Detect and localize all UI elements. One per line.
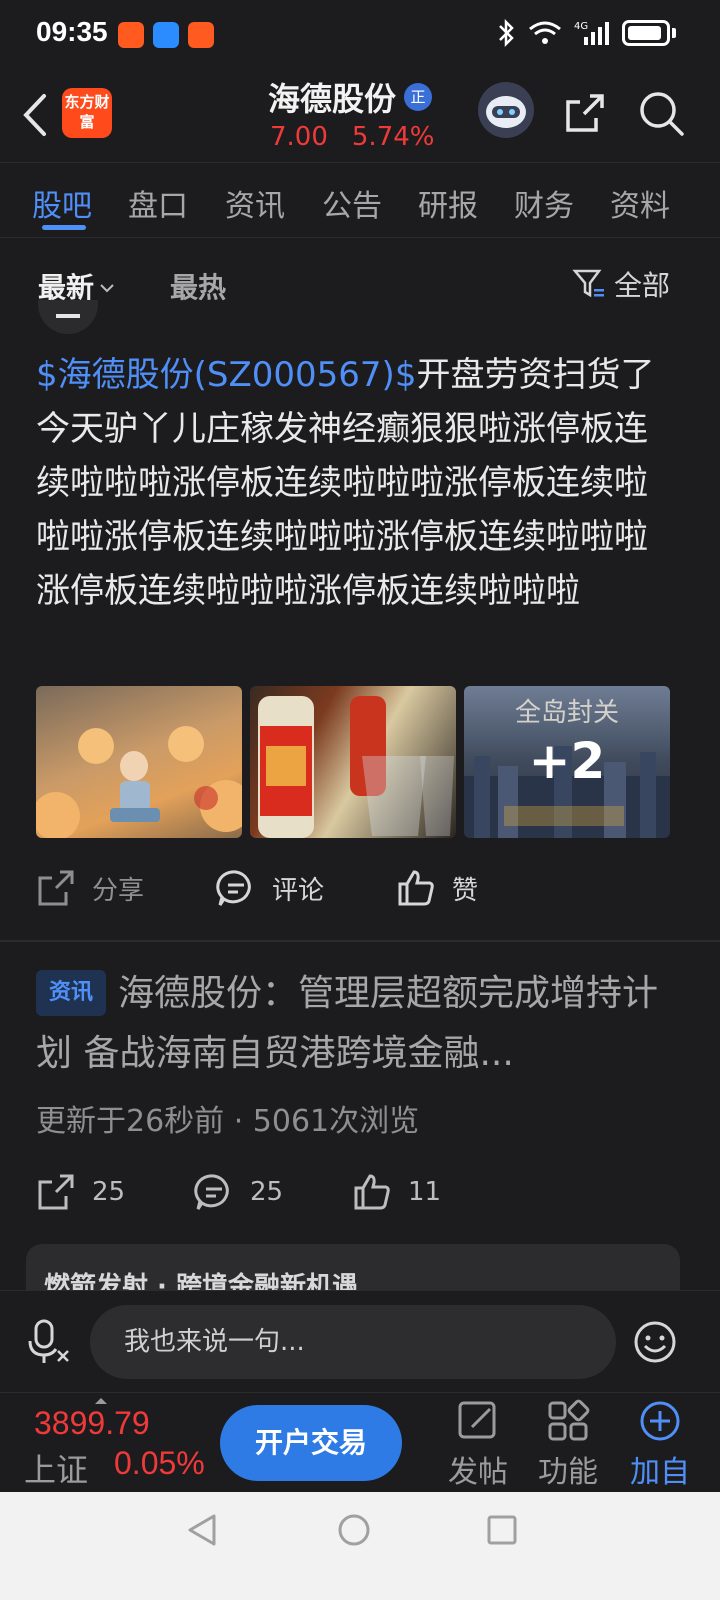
status-time: 09:35 bbox=[36, 16, 108, 47]
notification-app-icon bbox=[188, 22, 214, 48]
zheng-badge: 正 bbox=[404, 83, 433, 111]
post-button[interactable]: 发帖 bbox=[438, 1399, 518, 1491]
assistant-robot-icon[interactable] bbox=[478, 82, 534, 138]
post-body[interactable]: $海德股份(SZ000567)$开盘劳资扫货了今天驴丫儿庄稼发神经癫狠狠啦涨停板… bbox=[36, 348, 676, 618]
more-images-count[interactable]: +2 bbox=[464, 732, 670, 790]
sort-hot[interactable]: 最热 bbox=[170, 266, 226, 306]
share-icon[interactable] bbox=[560, 88, 610, 138]
post-image-child-chess[interactable] bbox=[36, 686, 242, 838]
tab-finance[interactable]: 财务 bbox=[514, 181, 574, 225]
post-button-label: 发帖 bbox=[448, 1455, 508, 1490]
status-bar: 09:35 4G bbox=[0, 0, 720, 70]
open-account-button[interactable]: 开户交易 bbox=[220, 1405, 402, 1481]
svg-text:4G: 4G bbox=[574, 21, 588, 32]
news-share-count: 25 bbox=[92, 1177, 126, 1207]
index-name[interactable]: 上证 bbox=[24, 1445, 88, 1491]
post-images: 全岛封关 +2 bbox=[36, 686, 670, 838]
comment-input[interactable]: 我也来说一句... bbox=[90, 1305, 616, 1379]
add-circle-icon bbox=[640, 1401, 680, 1441]
stock-link[interactable]: $海德股份(SZ000567)$ bbox=[36, 355, 416, 395]
stock-price: 7.00 bbox=[270, 122, 328, 152]
status-icons: 4G bbox=[496, 18, 676, 48]
post-comment-button[interactable]: 评论 bbox=[216, 868, 324, 908]
wifi-icon bbox=[529, 21, 561, 44]
news-comment-count: 25 bbox=[250, 1177, 284, 1207]
notification-app-icon bbox=[118, 22, 144, 48]
news-comment-button[interactable]: 25 bbox=[194, 1172, 283, 1212]
grid-icon bbox=[548, 1399, 590, 1441]
tab-pankou[interactable]: 盘口 bbox=[128, 181, 188, 225]
post-image-liquor[interactable] bbox=[250, 686, 456, 838]
stock-change-pct: 5.74% bbox=[351, 122, 435, 152]
tab-profile[interactable]: 资料 bbox=[610, 181, 670, 225]
signal-icon: 4G bbox=[574, 21, 609, 45]
header: 东方财富 海德股份 正 7.00 5.74% bbox=[0, 70, 720, 162]
image-overlay-title: 全岛封关 bbox=[514, 698, 619, 728]
bluetooth-icon bbox=[499, 18, 514, 48]
post-like-button[interactable]: 赞 bbox=[396, 868, 478, 908]
tab-announcements[interactable]: 公告 bbox=[322, 181, 382, 225]
search-icon[interactable] bbox=[636, 88, 686, 138]
post-share-button[interactable]: 分享 bbox=[36, 868, 144, 908]
nav-recents-icon[interactable] bbox=[486, 1514, 518, 1546]
comment-icon bbox=[194, 1174, 229, 1210]
thumbs-up-icon bbox=[398, 870, 434, 906]
avatar[interactable] bbox=[38, 300, 98, 334]
stock-name: 海德股份 bbox=[268, 80, 397, 118]
battery-icon bbox=[622, 20, 670, 46]
add-watchlist-label: 加自 bbox=[630, 1455, 690, 1490]
share-icon bbox=[38, 1174, 74, 1210]
news-like-count: 11 bbox=[408, 1177, 442, 1207]
tab-news[interactable]: 资讯 bbox=[225, 181, 285, 225]
function-button-label: 功能 bbox=[538, 1455, 598, 1490]
nav-back-icon[interactable] bbox=[184, 1512, 220, 1548]
comment-bar: 我也来说一句... bbox=[0, 1290, 720, 1392]
index-change-pct: 0.05% bbox=[114, 1445, 205, 1481]
thumbs-up-icon bbox=[354, 1174, 390, 1210]
filter-label: 全部 bbox=[613, 269, 670, 302]
voice-input-icon[interactable] bbox=[28, 1319, 72, 1365]
like-label: 赞 bbox=[452, 875, 479, 906]
share-label: 分享 bbox=[92, 875, 145, 906]
nav-home-icon[interactable] bbox=[336, 1512, 372, 1548]
emoji-icon[interactable] bbox=[632, 1319, 678, 1365]
share-icon bbox=[38, 870, 74, 906]
post-image-island-news[interactable]: 全岛封关 +2 bbox=[464, 686, 670, 838]
chevron-down-icon bbox=[100, 284, 114, 293]
news-share-button[interactable]: 25 bbox=[36, 1172, 125, 1212]
function-button[interactable]: 功能 bbox=[528, 1399, 608, 1491]
comment-icon bbox=[216, 870, 251, 906]
stock-title[interactable]: 海德股份 正 bbox=[268, 74, 433, 120]
battery-tip bbox=[672, 28, 676, 38]
comment-label: 评论 bbox=[272, 875, 325, 906]
filter-button[interactable]: 全部 bbox=[572, 264, 670, 304]
system-nav-bar bbox=[0, 1492, 720, 1600]
add-watchlist-button[interactable]: 加自 bbox=[620, 1399, 700, 1491]
app-logo-text: 东方财富 bbox=[64, 93, 110, 131]
bottom-toolbar: 3899.79 上证 0.05% 开户交易 发帖 功能 加自 bbox=[0, 1392, 720, 1492]
message-app-icon bbox=[153, 22, 179, 48]
caret-up-icon bbox=[95, 1398, 107, 1404]
feed-divider bbox=[0, 940, 720, 942]
tab-guba[interactable]: 股吧 bbox=[32, 181, 92, 225]
filter-icon bbox=[572, 269, 604, 298]
price-row: 7.00 5.74% bbox=[270, 122, 435, 152]
news-meta: 更新于26秒前 · 5061次浏览 bbox=[36, 1104, 420, 1139]
app-logo[interactable]: 东方财富 bbox=[62, 88, 112, 138]
active-tab-indicator bbox=[42, 225, 86, 230]
tab-bar: 股吧 盘口 资讯 公告 研报 财务 资料 bbox=[0, 162, 720, 238]
back-icon[interactable] bbox=[16, 90, 56, 140]
index-value[interactable]: 3899.79 bbox=[34, 1405, 150, 1442]
tab-research[interactable]: 研报 bbox=[418, 181, 478, 225]
edit-icon bbox=[458, 1401, 496, 1439]
news-title[interactable]: 海德股份：管理层超额完成增持计划 备战海南自贸港跨境金融... bbox=[36, 964, 676, 1084]
news-like-button[interactable]: 11 bbox=[352, 1172, 441, 1212]
